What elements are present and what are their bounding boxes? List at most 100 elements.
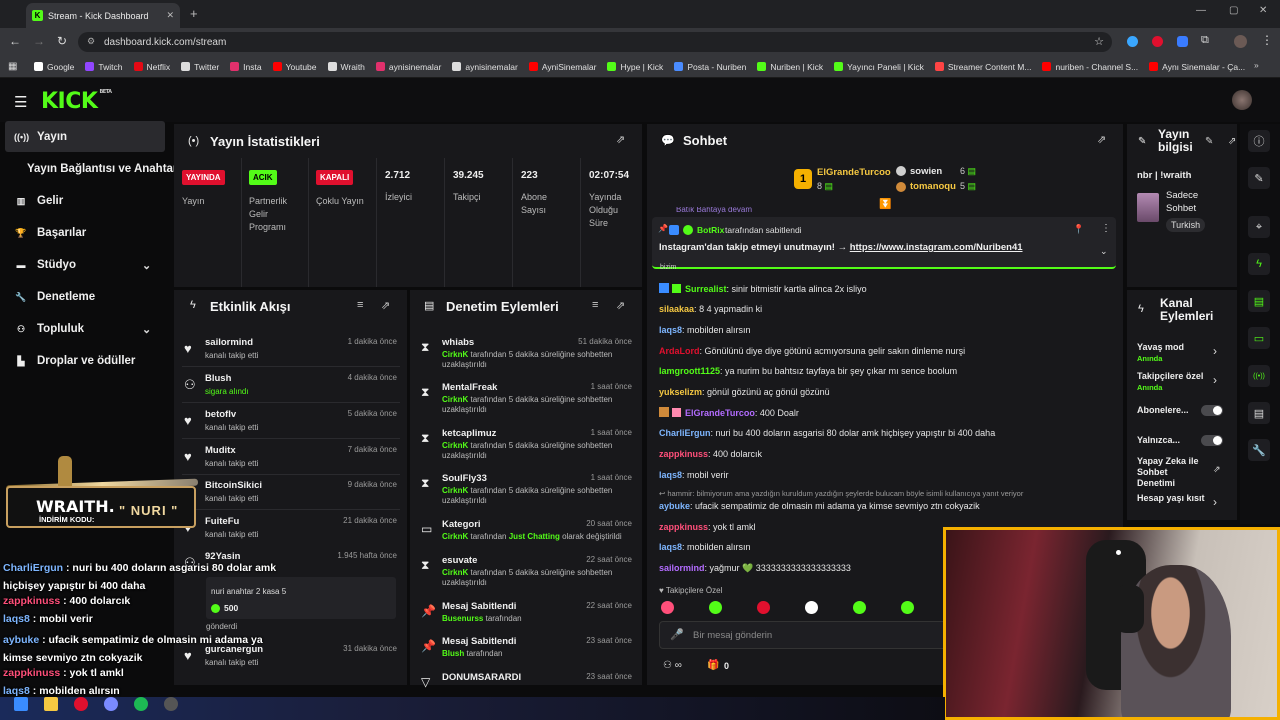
bookmark-item[interactable]: Netflix (133, 62, 170, 72)
chat-message[interactable]: laqs8: mobilden alırsın (659, 325, 751, 335)
bookmark-item[interactable]: Insta (230, 62, 262, 72)
extension-icon[interactable] (1127, 36, 1138, 47)
emote-icon[interactable] (709, 601, 722, 614)
channel-action-item[interactable]: Yavaş mod Anında › (1137, 342, 1229, 366)
popout-icon[interactable]: ⇗ (616, 133, 625, 146)
browser-tab[interactable]: K Stream - Kick Dashboard ✕ (26, 3, 180, 28)
chat-message[interactable]: silaakaa: 8 4 yapmadin ki (659, 304, 762, 314)
taskbar-app-icon[interactable] (74, 697, 88, 711)
toggle-switch[interactable] (1201, 405, 1223, 416)
collapse-filter-icon[interactable]: ⏬ (879, 199, 891, 210)
bookmark-item[interactable]: aynisinemalar (375, 62, 441, 72)
channel-action-item[interactable]: Abonelere... (1137, 405, 1229, 429)
chat-message[interactable]: Surrealist: sinir bitmistir kartla alinc… (659, 283, 867, 294)
activity-item[interactable]: ♥FuiteFukanalı takip etti21 dakika önce (174, 515, 407, 549)
chat-message[interactable]: lamgroott1125: ya nurim bu bahtsız tayfa… (659, 366, 957, 376)
activity-item[interactable]: ♥ sailormind kanalı takip etti 1 dakika önc… (174, 336, 407, 370)
chat-username[interactable]: laqs8 (659, 325, 682, 335)
moderation-item[interactable]: ⧗ whiabs 51 dakika önce CirknK tarafından 5… (410, 336, 642, 376)
window-close-icon[interactable]: ✕ (1259, 5, 1267, 16)
chat-message[interactable]: sailormind: yağmur 💚 3333333333333333333 (659, 563, 851, 574)
bookmark-star-icon[interactable]: ☆ (1094, 35, 1104, 48)
bookmark-item[interactable]: Nuriben | Kick (757, 62, 823, 72)
layers-icon[interactable]: ▤ (1248, 402, 1270, 424)
bookmark-item[interactable]: Streamer Content M... (934, 62, 1031, 72)
broadcast-icon[interactable]: ((•)) (1248, 365, 1270, 387)
chat-username[interactable]: ArdaLord (659, 346, 700, 356)
profile-avatar-icon[interactable] (1234, 35, 1247, 48)
emote-icon[interactable] (661, 601, 674, 614)
maximize-icon[interactable]: ▢ (1229, 5, 1238, 16)
bookmark-item[interactable]: Aynı Sinemalar - Ça... (1149, 62, 1245, 72)
toggle-switch[interactable] (1201, 435, 1223, 446)
target-icon[interactable]: ⌖ (1248, 216, 1270, 238)
people-icon[interactable]: ⚇ ∞ (663, 660, 682, 671)
bookmark-item[interactable]: Yayıncı Paneli | Kick (834, 62, 924, 72)
wrench-icon[interactable]: 🔧 (1248, 439, 1270, 461)
bookmark-item[interactable]: Twitch (85, 62, 123, 72)
bookmark-item[interactable]: Posta - Nuriben (674, 62, 746, 72)
channel-action-item[interactable]: Takipçilere özel Anında › (1137, 371, 1229, 395)
pinned-menu-icon[interactable]: ⋮ (1101, 223, 1111, 234)
popout-icon[interactable]: ⇗ (1228, 136, 1236, 147)
emote-icon[interactable] (853, 601, 866, 614)
gift-icon[interactable]: 🎁 (707, 660, 719, 671)
reload-icon[interactable]: ↻ (57, 34, 67, 48)
chat-username[interactable]: Surrealist (685, 284, 727, 294)
chat-username[interactable]: aybuke (659, 501, 690, 511)
category-name[interactable]: Sadece Sohbet (1166, 189, 1206, 215)
kick-logo[interactable]: KICK BETA (41, 89, 112, 114)
chat-message[interactable]: ElGrandeTurcoo: 400 Doalr (659, 407, 799, 418)
taskbar-app-icon[interactable] (134, 697, 148, 711)
chevron-right-icon[interactable]: › (1213, 344, 1217, 358)
info-icon[interactable]: ⓘ (1248, 130, 1270, 152)
chat-username[interactable]: lamgroott1125 (659, 366, 720, 376)
chevron-right-icon[interactable]: › (1213, 373, 1217, 387)
activity-item[interactable]: ⚇ Blush sigara alındı 4 dakika önce (174, 372, 407, 406)
sidebar-item[interactable]: ⚇ Topluluk ⌄ (14, 318, 151, 340)
taskbar-app-icon[interactable] (104, 697, 118, 711)
chat-username[interactable]: laqs8 (659, 470, 682, 480)
moderation-item[interactable]: 📌 Mesaj Sabitlendi 22 saat önce Busenurss t… (410, 600, 642, 640)
bookmark-item[interactable]: aynisinemalar (452, 62, 518, 72)
expand-pinned-icon[interactable]: ⌄ (1100, 246, 1108, 257)
emote-icon[interactable] (757, 601, 770, 614)
emote-icon[interactable] (805, 601, 818, 614)
bookmark-item[interactable]: Twitter (181, 62, 219, 72)
pinned-by-name[interactable]: BotRix (697, 225, 724, 235)
gifter-name[interactable]: sowien (910, 166, 942, 177)
chat-bubble-icon[interactable]: ▭ (1248, 327, 1270, 349)
chat-username[interactable]: yukselizm (659, 387, 702, 397)
channel-action-item[interactable]: Hesap yaşı kısıt › (1137, 493, 1229, 517)
sidebar-item[interactable]: ((•)) Yayın (14, 126, 67, 148)
chat-username[interactable]: zappkinuss (659, 522, 708, 532)
site-info-icon[interactable]: ⚙ (87, 36, 95, 47)
forward-icon[interactable]: → (33, 34, 45, 48)
edit-icon[interactable]: ✎ (1248, 167, 1270, 189)
taskbar-app-icon[interactable] (14, 697, 28, 711)
moderation-item[interactable]: ⧗ ketcaplimuz 1 saat önce CirknK tarafından… (410, 427, 642, 467)
extensions-puzzle-icon[interactable]: ⧉ (1201, 34, 1209, 47)
bookmark-item[interactable]: Google (34, 62, 74, 72)
top-gifter-name[interactable]: ElGrandeTurcoo (817, 167, 891, 178)
lightning-icon[interactable]: ϟ (1248, 253, 1270, 275)
bookmark-item[interactable]: Hype | Kick (607, 62, 663, 72)
popout-icon[interactable]: ⇗ (1097, 133, 1106, 146)
sidebar-item[interactable]: ▙ Droplar ve ödüller (14, 350, 136, 372)
bookmark-item[interactable]: Youtube (272, 62, 317, 72)
moderation-item[interactable]: ⧗ MentalFreak 1 saat önce CirknK tarafından… (410, 381, 642, 421)
chat-message[interactable]: zappkinuss: yok tl amkl (659, 522, 756, 532)
chat-message[interactable]: ArdaLord: Gönülünü diye diye götünü acmı… (659, 346, 965, 356)
user-avatar[interactable] (1232, 90, 1252, 110)
sidebar-item[interactable]: ▥ Gelir (14, 190, 63, 212)
hamburger-menu-icon[interactable]: ☰ (14, 93, 27, 111)
chevron-right-icon[interactable]: › (1213, 495, 1217, 509)
document-icon[interactable]: ▤ (1248, 290, 1270, 312)
chat-message[interactable]: zappkinuss: 400 dolarcık (659, 449, 762, 459)
bookmarks-overflow-icon[interactable]: » (1254, 60, 1259, 70)
sidebar-item[interactable]: 🔧 Denetleme (14, 286, 95, 308)
new-tab-icon[interactable]: + (190, 6, 198, 21)
popout-icon[interactable]: ⇗ (616, 299, 625, 312)
emote-icon[interactable] (901, 601, 914, 614)
external-link-icon[interactable]: ⇗ (1213, 464, 1221, 475)
